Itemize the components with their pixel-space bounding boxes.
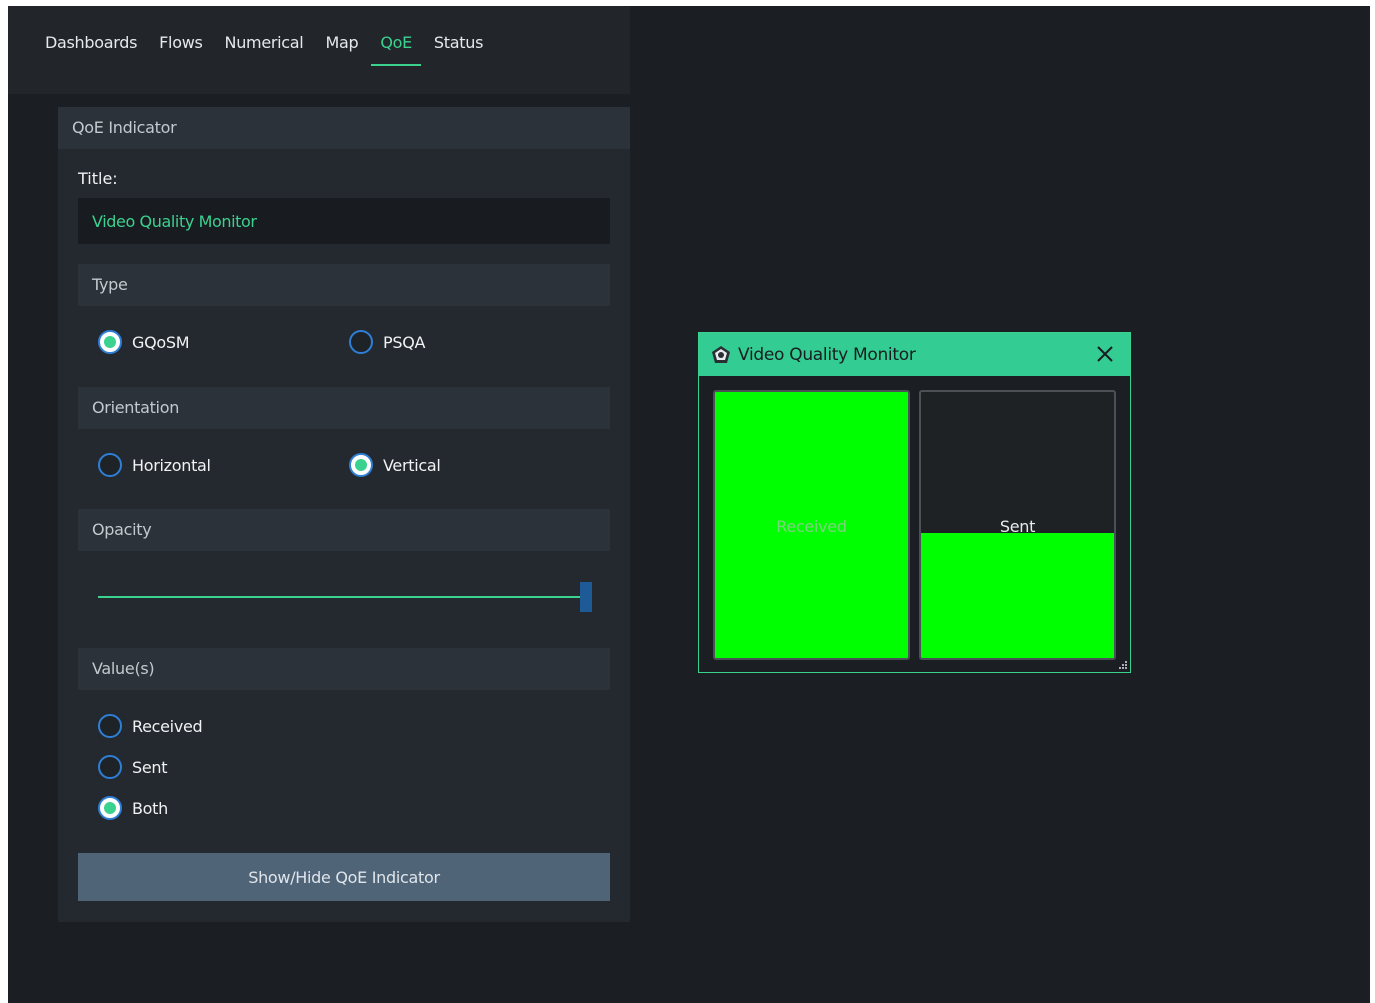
title-input[interactable] (78, 198, 610, 244)
radio-sent-indicator (98, 755, 122, 779)
radio-vertical[interactable]: Vertical (349, 453, 441, 477)
resize-grip-icon[interactable] (1118, 660, 1128, 670)
received-bar: Received (713, 390, 910, 660)
radio-both[interactable]: Both (98, 796, 168, 820)
qoe-window-titlebar[interactable]: Video Quality Monitor (699, 333, 1130, 376)
radio-gqosm[interactable]: GQoSM (98, 330, 190, 354)
radio-received-indicator (98, 714, 122, 738)
close-icon[interactable] (1094, 343, 1116, 365)
radio-psqa-label: PSQA (383, 332, 426, 352)
received-bar-label: Received (776, 517, 847, 536)
radio-gqosm-indicator (98, 330, 122, 354)
opacity-slider-handle[interactable] (580, 582, 592, 612)
show-hide-qoe-button[interactable]: Show/Hide QoE Indicator (78, 853, 610, 901)
radio-gqosm-label: GQoSM (132, 332, 190, 352)
radio-vertical-indicator (349, 453, 373, 477)
tab-map[interactable]: Map (314, 30, 369, 66)
radio-psqa-indicator (349, 330, 373, 354)
qoe-window-title: Video Quality Monitor (738, 344, 916, 365)
radio-sent[interactable]: Sent (98, 755, 168, 779)
tab-status[interactable]: Status (423, 30, 494, 66)
radio-psqa[interactable]: PSQA (349, 330, 425, 354)
radio-horizontal-indicator (98, 453, 122, 477)
panel-title: QoE Indicator (58, 107, 630, 149)
tab-strip: Dashboards Flows Numerical Map QoE Statu… (8, 6, 630, 94)
radio-sent-label: Sent (132, 757, 168, 777)
camera-logo-icon (712, 345, 730, 363)
sent-bar-label: Sent (999, 517, 1036, 536)
values-section-header: Value(s) (78, 648, 610, 690)
radio-received[interactable]: Received (98, 714, 203, 738)
orientation-section-header: Orientation (78, 387, 610, 429)
content-area: QoE Indicator Title: Type GQoSM PSQA Ori… (44, 94, 1344, 980)
opacity-slider-track (98, 596, 586, 598)
tab-qoe[interactable]: QoE (369, 30, 423, 66)
tab-bar: Dashboards Flows Numerical Map QoE Statu… (34, 30, 494, 70)
opacity-slider[interactable] (98, 581, 592, 613)
radio-received-label: Received (132, 716, 203, 736)
radio-horizontal-label: Horizontal (132, 455, 211, 475)
tab-dashboards[interactable]: Dashboards (34, 30, 148, 66)
sent-bar: Sent (919, 390, 1116, 660)
qoe-indicator-window[interactable]: Video Quality Monitor Received Sent (698, 332, 1131, 673)
app-window: Dashboards Flows Numerical Map QoE Statu… (8, 6, 1370, 1003)
radio-both-indicator (98, 796, 122, 820)
radio-vertical-label: Vertical (383, 455, 441, 475)
qoe-bars: Received Sent (713, 390, 1116, 660)
opacity-section-header: Opacity (78, 509, 610, 551)
tab-numerical[interactable]: Numerical (214, 30, 315, 66)
type-section-header: Type (78, 264, 610, 306)
radio-both-label: Both (132, 798, 168, 818)
sent-bar-fill (921, 532, 1114, 658)
qoe-config-panel: QoE Indicator Title: Type GQoSM PSQA Ori… (58, 107, 630, 922)
tab-flows[interactable]: Flows (148, 30, 213, 66)
radio-horizontal[interactable]: Horizontal (98, 453, 211, 477)
title-label: Title: (78, 169, 118, 188)
